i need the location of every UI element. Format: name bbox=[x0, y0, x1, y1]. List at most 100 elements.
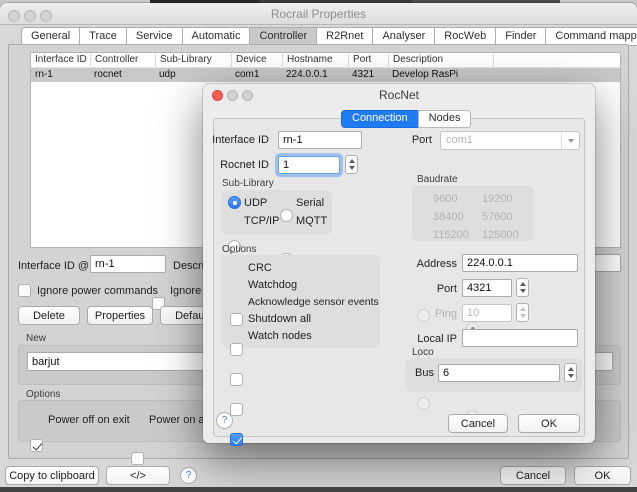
baudrate-group-label: Baudrate bbox=[417, 174, 458, 185]
serial-port-combo[interactable]: com1 bbox=[440, 131, 580, 150]
power-off-on-exit-checkbox[interactable] bbox=[30, 439, 43, 452]
ping-input[interactable] bbox=[462, 304, 512, 322]
dialog-minimize-icon[interactable] bbox=[227, 90, 238, 101]
interface-id-at-input[interactable] bbox=[90, 255, 166, 273]
serial-port-label: Port bbox=[402, 134, 432, 146]
code-button[interactable]: </> bbox=[106, 466, 170, 485]
column-header: Interface ID bbox=[31, 53, 90, 67]
rocnet-dialog: RocNet Connection Nodes Interface ID Roc… bbox=[203, 84, 595, 443]
udp-port-label: Port bbox=[393, 283, 457, 295]
address-label: Address bbox=[393, 258, 457, 270]
column-header: Sub-Library bbox=[155, 53, 231, 67]
radio-38400-label: 38400 bbox=[433, 211, 464, 223]
rocnet-id-input[interactable] bbox=[278, 156, 340, 174]
column-header: Hostname bbox=[282, 53, 348, 67]
watch-nodes-checkbox[interactable] bbox=[230, 433, 243, 446]
cell-controller: rocnet bbox=[90, 68, 155, 82]
delete-button[interactable]: Delete bbox=[18, 306, 80, 325]
properties-button[interactable]: Properties bbox=[87, 306, 153, 325]
udp-port-stepper[interactable] bbox=[516, 278, 529, 297]
udp-port-input[interactable] bbox=[462, 279, 512, 297]
help-button[interactable]: ? bbox=[180, 467, 197, 484]
radio-19200-label: 19200 bbox=[482, 193, 513, 205]
stepper-up-icon[interactable] bbox=[349, 159, 355, 163]
options-group-label: Options bbox=[222, 244, 256, 255]
dialog-close-icon[interactable] bbox=[212, 90, 223, 101]
radio-serial[interactable] bbox=[280, 209, 293, 222]
acknowledge-sensor-events-label: Acknowledge sensor events bbox=[248, 296, 379, 308]
radio-mqtt-label: MQTT bbox=[296, 215, 327, 227]
bus-stepper[interactable] bbox=[564, 363, 577, 382]
shutdown-all-label: Shutdown all bbox=[248, 313, 311, 325]
new-group-label: New bbox=[26, 333, 46, 344]
radio-serial-label: Serial bbox=[296, 197, 324, 209]
radio-115200-label: 115200 bbox=[433, 229, 469, 241]
tab-nodes[interactable]: Nodes bbox=[418, 110, 472, 128]
loco-group-label: Loco bbox=[412, 347, 434, 358]
interface-id-input[interactable] bbox=[278, 131, 362, 149]
table-row[interactable]: rn-1 rocnet udp com1 224.0.0.1 4321 Deve… bbox=[31, 68, 620, 82]
stepper-down-icon[interactable] bbox=[520, 314, 526, 318]
stepper-down-icon[interactable] bbox=[349, 166, 355, 170]
table-header: Interface ID Controller Sub-Library Devi… bbox=[31, 53, 620, 68]
cell-port: 4321 bbox=[348, 68, 388, 82]
rocnet-id-stepper[interactable] bbox=[345, 155, 358, 174]
ping-stepper[interactable] bbox=[516, 303, 529, 322]
stepper-up-icon[interactable] bbox=[520, 307, 526, 311]
copy-to-clipboard-button[interactable]: Copy to clipboard bbox=[5, 466, 99, 485]
column-header: Port bbox=[348, 53, 388, 67]
window-bottom-edge bbox=[0, 487, 637, 492]
local-ip-input[interactable] bbox=[462, 329, 578, 347]
window-title: Rocrail Properties bbox=[0, 3, 637, 25]
cell-interface-id: rn-1 bbox=[31, 68, 90, 82]
bus-label: Bus bbox=[415, 367, 434, 379]
ignore-power-commands-label: Ignore power commands bbox=[37, 285, 158, 297]
description-label: Descri bbox=[173, 260, 204, 272]
serial-port-value: com1 bbox=[441, 132, 561, 149]
sublibrary-group-label: Sub-Library bbox=[222, 178, 274, 189]
stepper-down-icon[interactable] bbox=[568, 374, 574, 378]
watch-nodes-label: Watch nodes bbox=[248, 330, 312, 342]
local-ip-label: Local IP bbox=[393, 333, 457, 345]
cancel-button[interactable]: Cancel bbox=[500, 466, 566, 485]
radio-9600-label: 9600 bbox=[433, 193, 457, 205]
ping-label: Ping bbox=[393, 308, 457, 320]
radio-udp[interactable] bbox=[228, 196, 241, 209]
dialog-ok-button[interactable]: OK bbox=[518, 414, 580, 433]
column-header: Description bbox=[388, 53, 493, 67]
ignore-partial-label: Ignore p bbox=[170, 285, 204, 297]
shutdown-all-checkbox[interactable] bbox=[230, 403, 243, 416]
tab-connection[interactable]: Connection bbox=[341, 110, 419, 128]
power-off-on-exit-label: Power off on exit bbox=[48, 414, 130, 426]
cell-device: com1 bbox=[231, 68, 282, 82]
dialog-title: RocNet bbox=[203, 84, 595, 106]
stepper-up-icon[interactable] bbox=[568, 367, 574, 371]
ignore-power-commands-checkbox[interactable] bbox=[18, 284, 31, 297]
column-header: Controller bbox=[90, 53, 155, 67]
cell-description: Develop RasPi bbox=[388, 68, 493, 82]
radio-57600-label: 57600 bbox=[482, 211, 513, 223]
interface-id-at-label: Interface ID @ bbox=[18, 260, 89, 272]
radio-tcpip-label: TCP/IP bbox=[244, 215, 279, 227]
watchdog-label: Watchdog bbox=[248, 279, 297, 291]
stepper-up-icon[interactable] bbox=[520, 282, 526, 286]
crc-checkbox[interactable] bbox=[230, 313, 243, 326]
radio-125000-label: 125000 bbox=[482, 229, 519, 241]
radio-115200[interactable] bbox=[417, 397, 430, 410]
bus-input[interactable] bbox=[438, 364, 560, 382]
dialog-tabbar: Connection Nodes bbox=[342, 110, 471, 128]
chevron-down-icon bbox=[561, 132, 579, 149]
address-input[interactable] bbox=[462, 254, 578, 272]
ok-button[interactable]: OK bbox=[574, 466, 631, 485]
options-group-label: Options bbox=[26, 389, 60, 400]
interface-id-label: Interface ID bbox=[211, 134, 269, 146]
stepper-down-icon[interactable] bbox=[520, 289, 526, 293]
power-on-checkbox[interactable] bbox=[131, 452, 144, 465]
watchdog-checkbox[interactable] bbox=[230, 343, 243, 356]
dialog-zoom-icon[interactable] bbox=[242, 90, 253, 101]
dialog-cancel-button[interactable]: Cancel bbox=[448, 414, 508, 433]
dialog-help-button[interactable]: ? bbox=[216, 412, 233, 429]
crc-label: CRC bbox=[248, 262, 272, 274]
rocnet-id-label: Rocnet ID bbox=[211, 159, 269, 171]
acknowledge-sensor-events-checkbox[interactable] bbox=[230, 373, 243, 386]
